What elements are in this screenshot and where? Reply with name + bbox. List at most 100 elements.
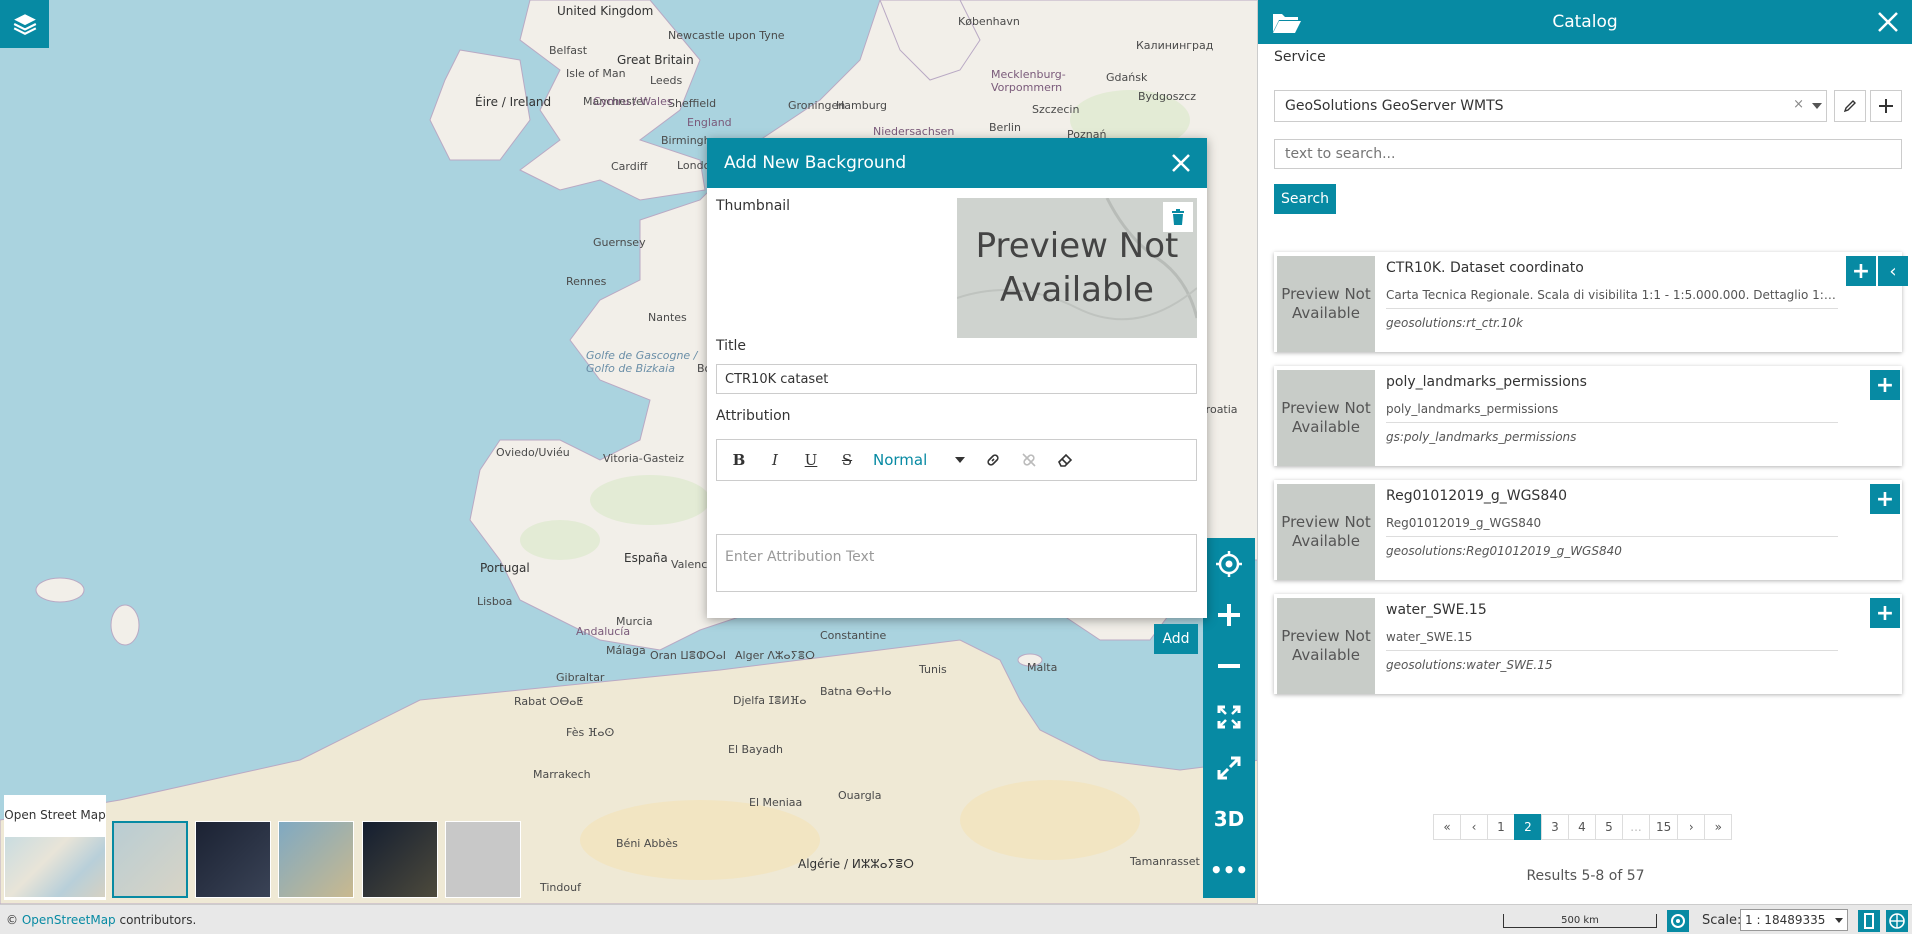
italic-button[interactable]: I	[761, 446, 789, 474]
attribution: © OpenStreetMap contributors.	[6, 913, 196, 927]
page-button[interactable]: 2	[1514, 814, 1542, 840]
map-label: Batna ⴱⴰⵜⵏⴰ	[820, 685, 892, 698]
toggle-panel-button[interactable]	[1858, 910, 1880, 932]
caret-down-icon	[1812, 103, 1822, 109]
map-label: Ouargla	[838, 789, 882, 802]
map-label: Newcastle upon Tyne	[668, 29, 785, 42]
map-label: Isle of Man	[566, 67, 626, 80]
page-button[interactable]: 3	[1541, 814, 1569, 840]
clear-format-button[interactable]	[1051, 446, 1079, 474]
map-label: Cardiff	[611, 160, 648, 173]
bg-thumb-2[interactable]	[195, 821, 271, 898]
crosshair-icon	[1216, 550, 1242, 577]
title-input[interactable]	[716, 364, 1197, 394]
zoom-out-button[interactable]	[1203, 640, 1255, 691]
plus-icon	[1879, 99, 1893, 113]
page-button[interactable]: ›	[1677, 814, 1706, 840]
dialog-body: Thumbnail Preview Not Available Title At…	[707, 188, 1207, 654]
background-current-label: Open Street Map	[4, 808, 106, 823]
attribution-prefix: ©	[6, 913, 22, 927]
underline-button[interactable]: U	[797, 446, 825, 474]
page-button[interactable]: «	[1433, 814, 1461, 840]
catalog-record: Preview Not Available poly_landmarks_perm…	[1274, 366, 1902, 466]
map-label: Oviedo/Uviéu	[496, 446, 570, 459]
background-selector-current[interactable]: Open Street Map	[4, 795, 106, 900]
map-label: United Kingdom	[557, 4, 654, 18]
strikethrough-button[interactable]: S	[833, 446, 861, 474]
page-button[interactable]: 1	[1487, 814, 1515, 840]
page-button[interactable]: ‹	[1460, 814, 1488, 840]
unlink-button[interactable]	[1015, 446, 1043, 474]
service-select[interactable]: GeoSolutions GeoServer WMTS ×	[1274, 90, 1827, 122]
add-background-dialog: Add New Background Thumbnail Preview Not…	[707, 138, 1207, 654]
page-button[interactable]: 4	[1568, 814, 1596, 840]
map-label: Great Britain	[617, 53, 694, 67]
attribution-toolbar: B I U S Normal	[716, 439, 1197, 481]
add-layer-button[interactable]: +	[1846, 256, 1876, 286]
close-icon[interactable]	[1876, 10, 1900, 34]
globe-icon	[1889, 913, 1905, 929]
background-current-preview	[5, 837, 105, 897]
folder-open-icon	[1273, 14, 1301, 33]
zoom-in-button[interactable]	[1203, 589, 1255, 640]
map-toolbar: 3D •••	[1203, 538, 1255, 898]
catalog-record: Preview Not Available water_SWE.15 water_S…	[1274, 594, 1902, 694]
record-description: poly_landmarks_permissions	[1386, 402, 1838, 423]
map-label: Vitoria-Gasteiz	[603, 452, 684, 465]
map-label: El Bayadh	[728, 743, 783, 756]
add-layer-button[interactable]: +	[1870, 598, 1900, 628]
bg-thumb-4[interactable]	[362, 821, 438, 898]
close-icon[interactable]	[1169, 151, 1193, 175]
bg-thumb-5[interactable]	[445, 821, 521, 898]
bold-button[interactable]: B	[725, 446, 753, 474]
service-value: GeoSolutions GeoServer WMTS	[1285, 98, 1504, 114]
map-label: Alger ⴷⵣⴰⵢⴻⵔ	[735, 649, 815, 662]
add-layer-button[interactable]: +	[1870, 484, 1900, 514]
map-label: Hamburg	[836, 99, 887, 112]
record-layer-name: geosolutions:water_SWE.15	[1386, 658, 1553, 672]
page-button[interactable]: 5	[1595, 814, 1623, 840]
search-input[interactable]	[1274, 139, 1902, 169]
record-description: water_SWE.15	[1386, 630, 1838, 651]
mouse-position-button[interactable]	[1667, 910, 1689, 932]
map-label: Tamanrasset	[1130, 855, 1200, 868]
map-label: Djelfa ⵊⴻⵍⴼⴰ	[733, 694, 807, 707]
thumbnail-dropzone[interactable]: Preview Not Available	[957, 198, 1197, 338]
osm-link[interactable]: OpenStreetMap	[22, 913, 116, 927]
add-layer-button[interactable]: +	[1870, 370, 1900, 400]
map-label: Tunis	[919, 663, 947, 676]
page-button[interactable]: »	[1704, 814, 1733, 840]
attribution-label: Attribution	[716, 408, 791, 424]
record-thumbnail: Preview Not Available	[1277, 484, 1375, 580]
page-button[interactable]: 15	[1649, 814, 1679, 840]
map-label: Oran ⵡⴻⵀⵔⴰⵏ	[650, 649, 727, 662]
map-label: Sheffield	[668, 97, 717, 110]
more-tools-button[interactable]: •••	[1203, 844, 1255, 895]
add-as-background-button[interactable]: ‹	[1878, 256, 1908, 286]
record-title: water_SWE.15	[1386, 602, 1487, 618]
fullscreen-button[interactable]	[1203, 742, 1255, 793]
attribution-editor[interactable]: Enter Attribution Text	[716, 534, 1197, 592]
edit-service-button[interactable]	[1834, 90, 1866, 122]
globe-button[interactable]	[1886, 910, 1908, 932]
expand-icon	[1217, 705, 1241, 728]
bg-thumb-3[interactable]	[278, 821, 354, 898]
clear-icon[interactable]: ×	[1793, 97, 1804, 112]
remove-thumbnail-button[interactable]	[1163, 202, 1193, 232]
map-label: Murcia	[616, 615, 653, 628]
locate-button[interactable]	[1203, 538, 1255, 589]
search-button[interactable]: Search	[1274, 184, 1336, 214]
map-label: Belfast	[549, 44, 588, 57]
scale-select[interactable]: 1 : 18489335	[1740, 909, 1848, 931]
record-title: poly_landmarks_permissions	[1386, 374, 1587, 390]
layers-toggle-button[interactable]	[0, 0, 49, 48]
link-button[interactable]	[979, 446, 1007, 474]
zoom-to-extent-button[interactable]	[1203, 691, 1255, 742]
add-service-button[interactable]	[1870, 90, 1902, 122]
bg-thumb-1[interactable]	[112, 821, 188, 898]
add-button[interactable]: Add	[1154, 624, 1198, 654]
3d-button[interactable]: 3D	[1203, 793, 1255, 844]
map-label: Fès ⴼⴰⵙ	[566, 726, 615, 739]
font-size-select[interactable]: Normal	[869, 446, 969, 474]
thumbnail-label: Thumbnail	[716, 198, 791, 214]
